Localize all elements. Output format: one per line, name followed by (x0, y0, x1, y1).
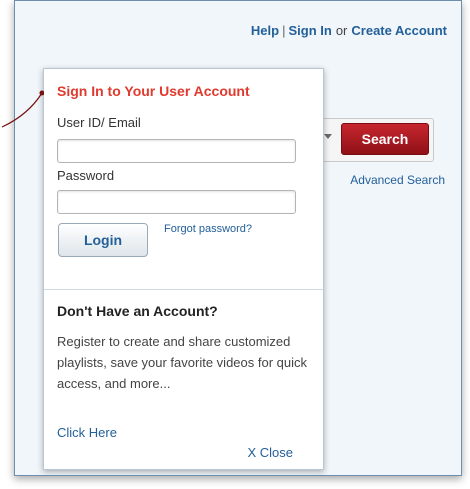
login-button[interactable]: Login (58, 223, 148, 257)
popup-divider (44, 289, 323, 290)
click-here-link[interactable]: Click Here (57, 425, 117, 440)
or-text: or (335, 23, 348, 38)
help-link[interactable]: Help (251, 23, 279, 38)
close-link[interactable]: X Close (247, 445, 293, 460)
page-frame: Help | Sign In or Create Account Search Adva… (14, 0, 462, 476)
advanced-search-link[interactable]: Advanced Search (350, 173, 445, 187)
chevron-down-icon[interactable] (324, 134, 332, 139)
password-label: Password (57, 168, 115, 183)
userid-label: User ID/ Email (57, 115, 141, 130)
search-button[interactable]: Search (341, 123, 429, 155)
popup-title: Sign In to Your User Account (57, 83, 250, 99)
userid-field[interactable] (57, 139, 296, 163)
nav-separator: | (282, 23, 286, 38)
top-nav-links: Help | Sign In or Create Account (251, 23, 447, 38)
signin-popup: Sign In to Your User Account User ID/ Em… (43, 68, 324, 470)
callout-pointer (1, 90, 44, 128)
signin-link[interactable]: Sign In (288, 23, 331, 38)
forgot-password-link[interactable]: Forgot password? (164, 223, 252, 235)
password-field[interactable] (57, 190, 296, 214)
no-account-heading: Don't Have an Account? (57, 303, 218, 319)
register-description: Register to create and share customized … (57, 334, 307, 391)
create-account-link[interactable]: Create Account (351, 23, 447, 38)
